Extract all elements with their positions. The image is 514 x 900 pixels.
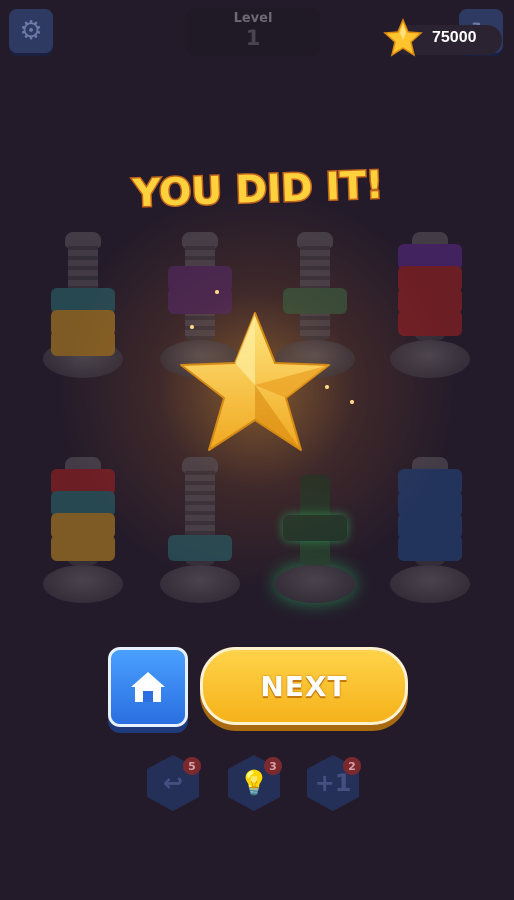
bolt-6 [160, 455, 240, 605]
nut [168, 535, 232, 561]
sparkle [215, 290, 219, 294]
bolt-4 [390, 230, 470, 380]
nut [398, 535, 462, 561]
big-star-icon [180, 312, 330, 451]
nut [398, 310, 462, 336]
victory-title-text: YOU DID IT! [130, 161, 386, 217]
bolt-1 [43, 230, 123, 380]
gear-icon: ⚙ [19, 16, 43, 46]
next-button[interactable]: NEXT [200, 647, 408, 725]
undo-powerup-button[interactable]: ↩ 5 [147, 755, 201, 811]
settings-button[interactable]: ⚙ [9, 9, 53, 53]
bolt-7 [275, 455, 355, 605]
sparkle [325, 385, 329, 389]
sparkle [190, 325, 194, 329]
level-number: 1 [245, 26, 261, 50]
nut [283, 515, 347, 541]
svg-text:YOU DID IT!: YOU DID IT! [131, 163, 384, 216]
add-bolt-count-badge: 2 [343, 757, 361, 775]
sparkle [350, 400, 354, 404]
home-button[interactable] [108, 647, 188, 727]
bolt-8 [390, 455, 470, 605]
level-indicator: Level 1 [186, 8, 320, 56]
coin-amount: 75000 [432, 29, 477, 46]
bolt-5 [43, 455, 123, 605]
home-icon [131, 672, 165, 702]
nut [51, 330, 115, 356]
undo-count-badge: 5 [183, 757, 201, 775]
star-currency-icon [383, 18, 423, 57]
hint-count-badge: 3 [264, 757, 282, 775]
nut [51, 535, 115, 561]
level-label: Level [233, 11, 273, 26]
victory-title: YOU DID IT! [100, 158, 416, 222]
add-bolt-powerup-button[interactable]: +1 2 [307, 755, 361, 811]
hint-powerup-button[interactable]: 💡 3 [228, 755, 282, 811]
